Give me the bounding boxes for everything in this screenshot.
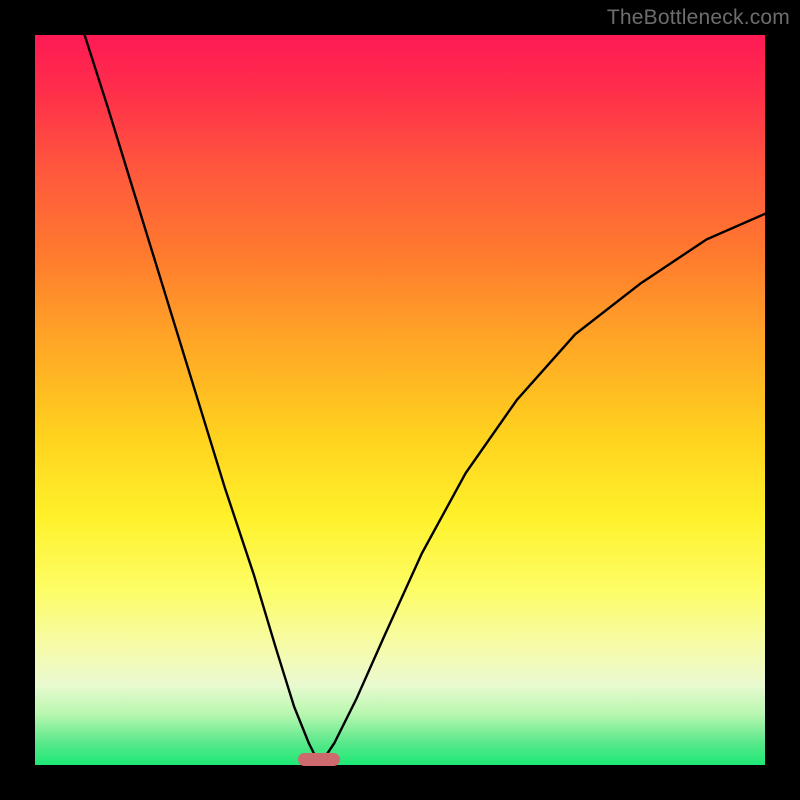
bottleneck-curve (35, 35, 765, 765)
optimum-marker (298, 753, 340, 766)
chart-frame: TheBottleneck.com (0, 0, 800, 800)
curve-path (85, 35, 765, 765)
watermark-text: TheBottleneck.com (607, 6, 790, 30)
plot-area (35, 35, 765, 765)
